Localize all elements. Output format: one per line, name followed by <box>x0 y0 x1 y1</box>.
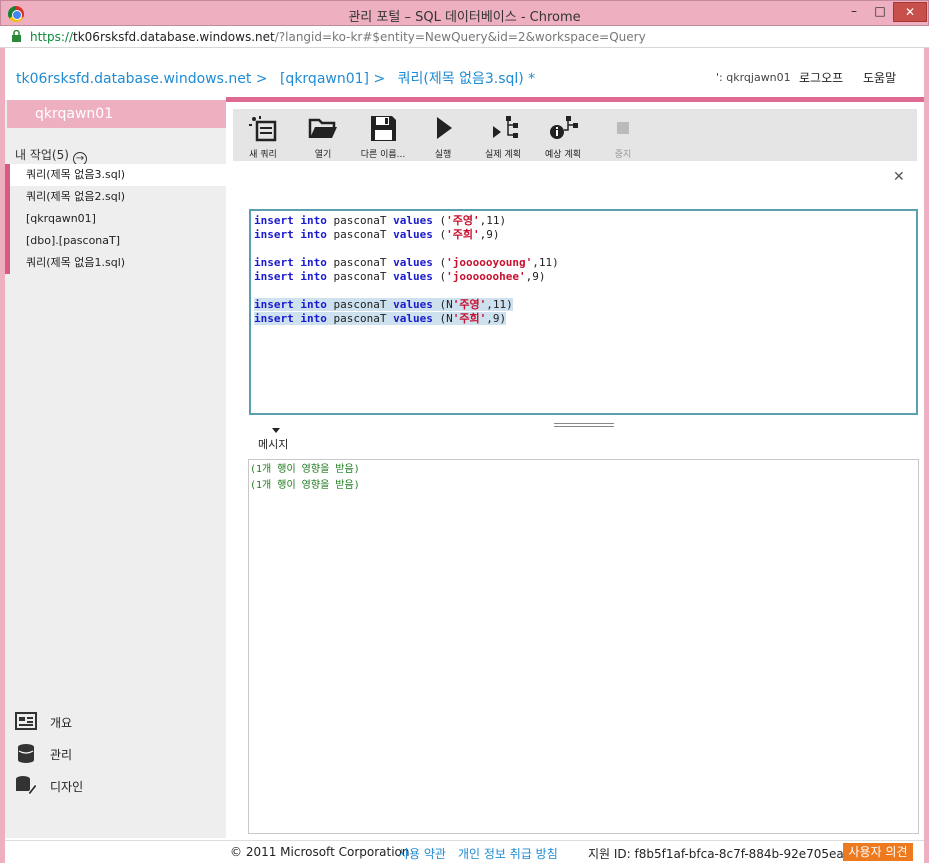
support-id: 지원 ID: f8b5f1af-bfca-8c7f-884b-92e705eae… <box>588 847 875 861</box>
database-icon <box>18 744 34 763</box>
code-line: insert into pasconaT values ('joooooohee… <box>254 270 546 283</box>
messages-tab[interactable]: 메시지 <box>258 428 288 452</box>
user-name: ': qkrqjawn01 <box>716 71 791 84</box>
new-query-label: 새 쿼리 <box>249 150 277 160</box>
message-row: (1개 행이 영향을 받음) <box>250 464 360 475</box>
sidebar-item-query2[interactable]: 쿼리(제목 없음2.sql) <box>5 186 226 208</box>
nav-overview-label: 개요 <box>50 716 73 730</box>
save-disk-icon <box>371 116 396 141</box>
caret-down-icon <box>272 428 280 433</box>
sidebar-item-table[interactable]: [dbo].[pasconaT] <box>5 230 226 252</box>
breadcrumb-query[interactable]: 쿼리(제목 없음3.sql) * <box>398 71 536 87</box>
privacy-link[interactable]: 개인 정보 취급 방침 <box>458 845 558 862</box>
run-button[interactable]: 실행 <box>413 109 473 161</box>
stop-icon <box>617 122 629 134</box>
sidebar: qkrqawn01 내 작업(5) → 쿼리(제목 없음3.sql) 쿼리(제목 … <box>5 100 226 838</box>
minimize-button[interactable]: – <box>841 2 867 22</box>
new-query-button[interactable]: 새 쿼리 <box>233 109 293 161</box>
actual-plan-button[interactable]: 실제 계획 <box>473 109 533 161</box>
estimated-plan-icon <box>550 116 578 139</box>
help-link[interactable]: 도움말 <box>863 69 896 86</box>
terms-link[interactable]: 사용 약관 <box>398 845 446 862</box>
sidebar-user: qkrqawn01 <box>7 100 226 128</box>
nav-manage-label: 관리 <box>50 748 73 762</box>
pane-splitter[interactable] <box>554 423 614 427</box>
estimated-plan-button[interactable]: 예상 계획 <box>533 109 593 161</box>
app-header: tk06rsksfd.database.windows.net > [qkrqa… <box>5 48 924 100</box>
overview-icon <box>15 712 37 730</box>
query-toolbar: 새 쿼리 열기 다른 이름... 실행 실제 계획 예상 계획 중지 <box>233 109 917 161</box>
play-icon <box>437 117 452 139</box>
sidebar-item-database[interactable]: [qkrqawn01] <box>5 208 226 230</box>
maximize-button[interactable]: □ <box>867 2 893 22</box>
folder-open-icon <box>308 118 337 138</box>
messages-pane: (1개 행이 영향을 받음) (1개 행이 영향을 받음) <box>248 459 919 834</box>
nav-manage[interactable]: 관리 <box>15 742 215 766</box>
my-work-header[interactable]: 내 작업(5) → <box>15 146 87 166</box>
footer: © 2011 Microsoft Corporation 사용 약관 개인 정보… <box>5 840 924 863</box>
open-button[interactable]: 열기 <box>293 109 353 161</box>
breadcrumb-database[interactable]: [qkrqawn01] > <box>280 71 385 87</box>
close-window-button[interactable]: ✕ <box>893 2 927 22</box>
url-scheme: https:// <box>30 30 74 44</box>
code-line-selected: insert into pasconaT values (N'주영',11) <box>254 298 513 311</box>
stop-label: 중지 <box>614 150 632 160</box>
new-query-icon <box>249 116 277 142</box>
design-pencil-icon <box>16 776 37 796</box>
window-titlebar: 관리 포털 – SQL 데이터베이스 - Chrome – □ ✕ <box>0 0 929 26</box>
nav-design[interactable]: 디자인 <box>15 774 215 798</box>
url-path: /?langid=ko-kr#$entity=NewQuery&id=2&wor… <box>274 30 646 44</box>
sidebar-item-query3[interactable]: 쿼리(제목 없음3.sql) <box>5 164 226 186</box>
breadcrumb: tk06rsksfd.database.windows.net > [qkrqa… <box>16 68 543 88</box>
breadcrumb-server[interactable]: tk06rsksfd.database.windows.net > <box>16 71 268 87</box>
sidebar-item-query1[interactable]: 쿼리(제목 없음1.sql) <box>5 252 226 274</box>
window-frame-right <box>924 48 929 863</box>
message-row: (1개 행이 영향을 받음) <box>250 480 360 491</box>
header-accent-bar <box>226 97 924 102</box>
close-icon[interactable]: ✕ <box>893 169 905 185</box>
nav-design-label: 디자인 <box>50 780 84 794</box>
estimated-plan-label: 예상 계획 <box>545 150 581 160</box>
messages-tab-label: 메시지 <box>258 438 289 451</box>
code-line: insert into pasconaT values ('joooooyoun… <box>254 256 559 269</box>
stop-button[interactable]: 중지 <box>593 109 653 161</box>
url-host: tk06rsksfd.database.windows.net <box>73 30 275 44</box>
actual-plan-label: 실제 계획 <box>485 150 521 160</box>
open-label: 열기 <box>314 150 332 160</box>
window-title: 관리 포털 – SQL 데이터베이스 - Chrome <box>348 10 581 25</box>
nav-overview[interactable]: 개요 <box>15 710 215 734</box>
logout-link[interactable]: 로그오프 <box>799 69 843 86</box>
url-text[interactable]: https://tk06rsksfd.database.windows.net/… <box>30 30 646 44</box>
my-work-label: 내 작업(5) <box>15 148 69 162</box>
code-line: insert into pasconaT values ('주희',9) <box>254 228 500 241</box>
save-as-button[interactable]: 다른 이름... <box>353 109 413 161</box>
code-line-selected: insert into pasconaT values (N'주희',9) <box>254 312 507 325</box>
sql-editor[interactable]: insert into pasconaT values ('주영',11) in… <box>249 209 918 415</box>
copyright-text: © 2011 Microsoft Corporation <box>230 845 410 859</box>
feedback-button[interactable]: 사용자 의견 <box>843 843 913 861</box>
save-as-label: 다른 이름... <box>360 150 406 160</box>
address-bar[interactable]: https://tk06rsksfd.database.windows.net/… <box>0 26 929 48</box>
my-work-list: 쿼리(제목 없음3.sql) 쿼리(제목 없음2.sql) [qkrqawn01… <box>5 164 226 274</box>
code-line: insert into pasconaT values ('주영',11) <box>254 214 507 227</box>
lock-icon <box>12 30 21 42</box>
run-label: 실행 <box>434 150 452 160</box>
actual-plan-icon <box>493 116 518 138</box>
